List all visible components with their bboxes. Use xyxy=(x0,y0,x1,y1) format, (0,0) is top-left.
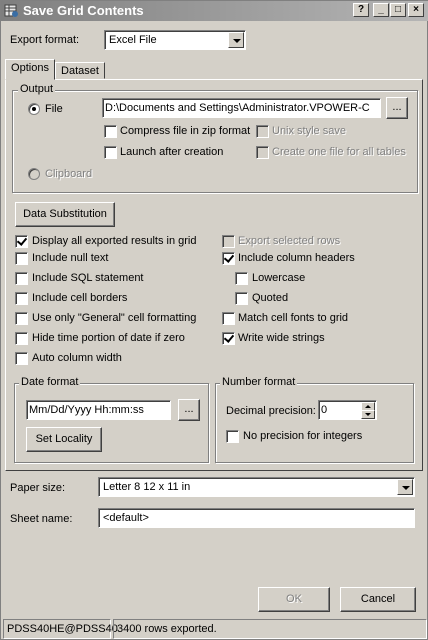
compress-checkbox[interactable] xyxy=(104,125,117,138)
output-group-label: Output xyxy=(18,83,56,95)
clipboard-radio[interactable] xyxy=(28,168,40,180)
window-title: Save Grid Contents xyxy=(23,3,144,18)
wide-strings-checkbox[interactable] xyxy=(222,332,235,345)
hide-time-checkbox[interactable] xyxy=(15,332,28,345)
save-grid-dialog: Save Grid Contents ? _ □ × Export format… xyxy=(0,0,428,640)
number-format-group-label: Number format xyxy=(220,376,298,388)
chevron-down-icon[interactable] xyxy=(228,32,244,48)
file-path-value: D:\Documents and Settings\Administrator.… xyxy=(105,102,370,114)
status-connection: PDSS40HE@PDSS40 xyxy=(3,619,118,639)
decimal-precision-stepper[interactable]: 0 xyxy=(318,400,377,420)
date-format-input[interactable]: Mm/Dd/Yyyy Hh:mm:ss xyxy=(26,400,171,420)
app-icon xyxy=(4,3,19,18)
match-fonts-label: Match cell fonts to grid xyxy=(238,312,349,324)
clipboard-label: Clipboard xyxy=(45,168,93,180)
launch-checkbox[interactable] xyxy=(104,146,117,159)
lowercase-label: Lowercase xyxy=(252,272,306,284)
file-path-input[interactable]: D:\Documents and Settings\Administrator.… xyxy=(102,98,381,118)
hide-time-label: Hide time portion of date if zero xyxy=(32,332,185,344)
tab-dataset[interactable]: Dataset xyxy=(55,62,105,79)
no-precision-checkbox[interactable] xyxy=(226,430,239,443)
unix-style-checkbox[interactable] xyxy=(256,125,269,138)
cell-borders-checkbox[interactable] xyxy=(15,292,28,305)
general-formatting-checkbox[interactable] xyxy=(15,312,28,325)
quoted-checkbox[interactable] xyxy=(235,292,248,305)
paper-size-label: Paper size: xyxy=(10,482,66,494)
tab-options[interactable]: Options xyxy=(5,59,55,80)
export-selected-label: Export selected rows xyxy=(238,235,341,247)
column-headers-label: Include column headers xyxy=(238,252,355,264)
lowercase-checkbox[interactable] xyxy=(235,272,248,285)
file-radio[interactable] xyxy=(28,103,40,115)
date-format-browse-button[interactable]: ... xyxy=(178,399,200,421)
column-headers-checkbox[interactable] xyxy=(222,252,235,265)
title-bar[interactable]: Save Grid Contents ? _ □ × xyxy=(1,1,428,21)
null-text-label: Include null text xyxy=(32,252,109,264)
paper-size-select[interactable]: Letter 8 12 x 11 in xyxy=(98,477,415,497)
maximize-button[interactable]: □ xyxy=(390,3,406,17)
paper-size-value: Letter 8 12 x 11 in xyxy=(103,481,191,493)
one-file-checkbox[interactable] xyxy=(256,146,269,159)
auto-width-label: Auto column width xyxy=(32,352,122,364)
help-button[interactable]: ? xyxy=(353,3,369,17)
export-format-value: Excel File xyxy=(109,34,157,46)
set-locality-button[interactable]: Set Locality xyxy=(26,427,102,452)
sql-statement-checkbox[interactable] xyxy=(15,272,28,285)
cancel-button[interactable]: Cancel xyxy=(340,587,416,612)
display-all-label: Display all exported results in grid xyxy=(32,235,197,247)
ok-button[interactable]: OK xyxy=(258,587,330,612)
file-browse-button[interactable]: ... xyxy=(386,97,408,119)
no-precision-label: No precision for integers xyxy=(243,430,363,442)
sheet-name-label: Sheet name: xyxy=(10,513,73,525)
decimal-precision-label: Decimal precision: xyxy=(226,405,316,417)
auto-width-checkbox[interactable] xyxy=(15,352,28,365)
display-all-checkbox[interactable] xyxy=(15,235,28,248)
data-substitution-button[interactable]: Data Substitution xyxy=(15,202,115,227)
match-fonts-checkbox[interactable] xyxy=(222,312,235,325)
date-format-group-label: Date format xyxy=(19,376,81,388)
status-message: 3400 rows exported. xyxy=(113,619,427,639)
minimize-button[interactable]: _ xyxy=(373,3,389,17)
unix-style-label: Unix style save xyxy=(272,125,346,137)
quoted-label: Quoted xyxy=(252,292,289,304)
general-formatting-label: Use only "General" cell formatting xyxy=(32,312,197,324)
close-button[interactable]: × xyxy=(408,3,424,17)
file-radio-label: File xyxy=(45,103,63,115)
decimal-precision-value: 0 xyxy=(321,404,328,416)
export-format-select[interactable]: Excel File xyxy=(104,30,246,50)
compress-label: Compress file in zip format xyxy=(120,125,251,137)
export-selected-checkbox[interactable] xyxy=(222,235,235,248)
wide-strings-label: Write wide strings xyxy=(238,332,325,344)
sheet-name-value: <default> xyxy=(103,512,149,524)
sql-statement-label: Include SQL statement xyxy=(32,272,144,284)
export-format-label: Export format: xyxy=(10,34,80,46)
cell-borders-label: Include cell borders xyxy=(32,292,128,304)
chevron-down-icon[interactable] xyxy=(397,479,413,495)
launch-label: Launch after creation xyxy=(120,146,224,158)
null-text-checkbox[interactable] xyxy=(15,252,28,265)
spin-down-icon[interactable] xyxy=(361,410,375,419)
sheet-name-input[interactable]: <default> xyxy=(98,508,415,528)
date-format-value: Mm/Dd/Yyyy Hh:mm:ss xyxy=(29,404,144,416)
number-format-group xyxy=(215,383,414,463)
one-file-label: Create one file for all tables xyxy=(272,146,406,158)
